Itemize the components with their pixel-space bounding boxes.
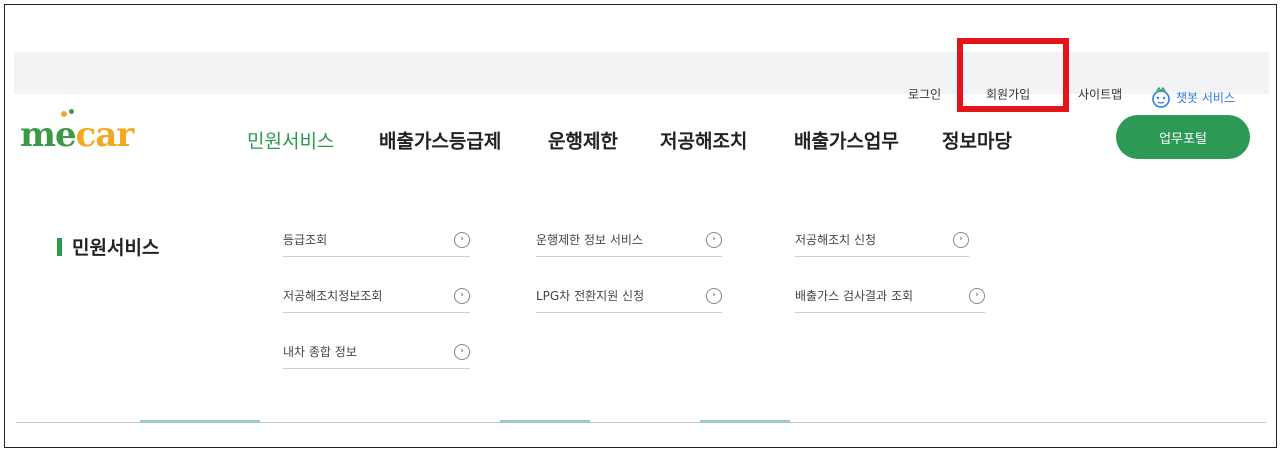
- logo-letter-e: e: [55, 109, 77, 155]
- circle-arrow-icon: ›: [454, 231, 470, 248]
- work-portal-button[interactable]: 업무포털: [1116, 115, 1250, 159]
- submenu-item-label: 저공해조치정보조회: [283, 289, 383, 303]
- submenu-item-low-emission-info[interactable]: 저공해조치정보조회 ›: [283, 283, 470, 313]
- chatbot-service-link[interactable]: 챗봇 서비스: [1150, 86, 1235, 108]
- chatbot-label: 챗봇 서비스: [1176, 90, 1236, 105]
- gnb-item-driving-restriction[interactable]: 운행제한: [548, 127, 618, 154]
- gnb-item-emission-grade[interactable]: 배출가스등급제: [379, 127, 501, 154]
- submenu-item-grade-lookup[interactable]: 등급조회 ›: [283, 227, 470, 257]
- section-title-bar: [57, 237, 62, 256]
- gnb-item-low-emission-measure[interactable]: 저공해조치: [660, 127, 747, 154]
- submenu-item-emission-test-result[interactable]: 배출가스 검사결과 조회 ›: [795, 283, 985, 313]
- circle-arrow-icon: ›: [706, 287, 722, 304]
- divider-accent: [700, 420, 790, 423]
- login-link[interactable]: 로그인: [908, 86, 941, 103]
- logo-letters-car: car: [75, 115, 135, 155]
- gnb-item-emission-work[interactable]: 배출가스업무: [794, 127, 899, 154]
- section-title-text: 민원서비스: [72, 237, 160, 259]
- submenu-item-label: 내차 종합 정보: [283, 345, 357, 359]
- circle-arrow-icon: ›: [454, 343, 470, 360]
- logo-letter-m: m: [20, 115, 56, 155]
- submenu-item-label: 등급조회: [283, 233, 328, 247]
- submenu-item-restriction-info[interactable]: 운행제한 정보 서비스 ›: [536, 227, 722, 257]
- circle-arrow-icon: ›: [706, 231, 722, 248]
- divider-accent: [500, 420, 590, 423]
- gnb-item-info-square[interactable]: 정보마당: [942, 127, 1012, 154]
- submenu-section-title: 민원서비스: [57, 233, 159, 260]
- sitemap-link[interactable]: 사이트맵: [1078, 86, 1122, 103]
- submenu-item-lpg-conversion[interactable]: LPG차 전환지원 신청 ›: [536, 283, 722, 313]
- chatbot-icon: [1152, 86, 1170, 108]
- circle-arrow-icon: ›: [969, 287, 985, 304]
- mecar-logo[interactable]: me car: [20, 109, 135, 155]
- signup-highlight-box: [957, 38, 1069, 112]
- submenu-item-my-car-info[interactable]: 내차 종합 정보 ›: [283, 339, 470, 369]
- submenu-item-low-emission-apply[interactable]: 저공해조치 신청 ›: [795, 227, 969, 257]
- divider-accent: [140, 420, 260, 423]
- submenu-item-label: 운행제한 정보 서비스: [536, 233, 643, 247]
- circle-arrow-icon: ›: [454, 287, 470, 304]
- submenu-item-label: 배출가스 검사결과 조회: [795, 289, 914, 303]
- submenu-item-label: LPG차 전환지원 신청: [536, 289, 645, 303]
- circle-arrow-icon: ›: [953, 231, 969, 248]
- submenu-item-label: 저공해조치 신청: [795, 233, 877, 247]
- gnb-item-civil-service[interactable]: 민원서비스: [247, 127, 334, 154]
